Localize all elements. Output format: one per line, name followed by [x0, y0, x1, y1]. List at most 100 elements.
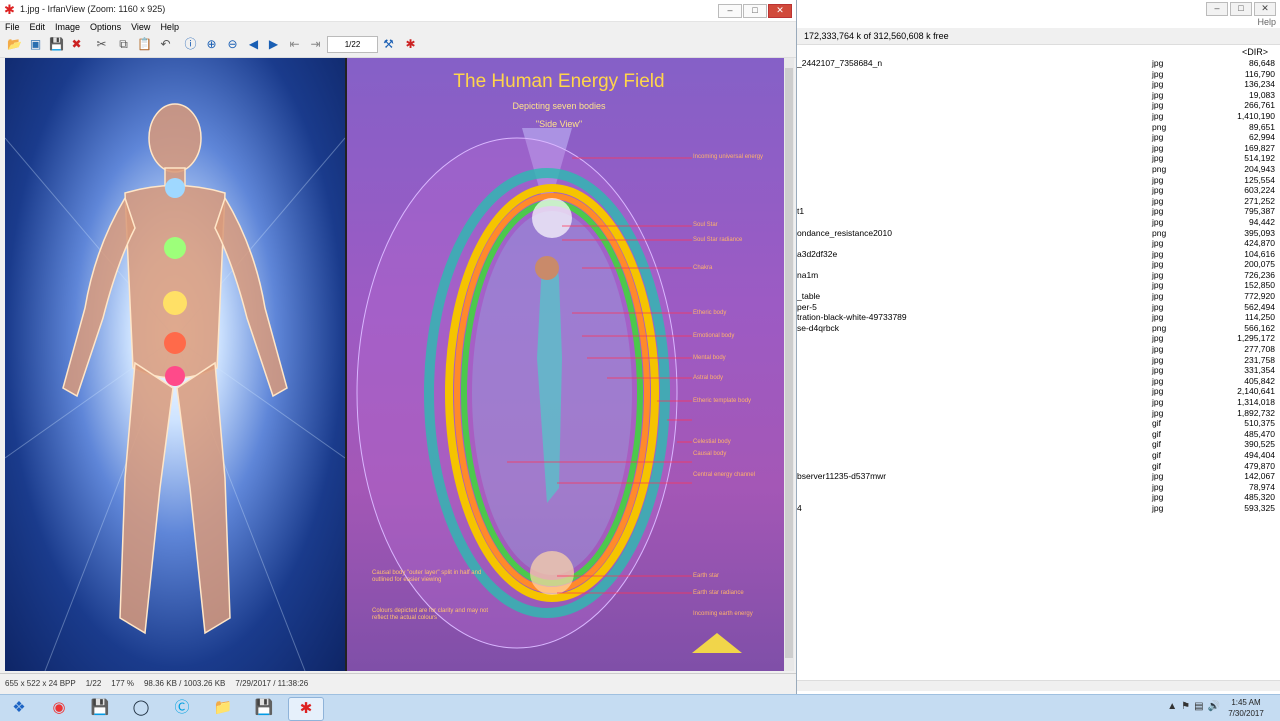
clock[interactable]: 1:45 AM 7/30/2017	[1220, 697, 1272, 719]
file-row[interactable]: _2442107_7358684_n jpg 86,648	[797, 58, 1280, 69]
file-row[interactable]: jpg 331,354	[797, 365, 1280, 376]
zoom-in-icon[interactable]: ⊕	[203, 36, 220, 53]
previous-icon[interactable]: ◀	[245, 36, 262, 53]
undo-icon[interactable]: ↶	[157, 36, 174, 53]
file-row[interactable]: bserver11235-d537mwr jpg 142,067	[797, 471, 1280, 482]
file-row[interactable]: tration-black-white-49733789 jpg 114,250	[797, 312, 1280, 323]
horizontal-scrollbar[interactable]	[797, 680, 1280, 691]
file-row[interactable]: jpg 424,870	[797, 238, 1280, 249]
file-row[interactable]: jpg 1,314,018	[797, 397, 1280, 408]
image-viewport[interactable]: The Human Energy Field Depicting seven b…	[5, 58, 784, 671]
chrome-icon[interactable]: ◉	[42, 697, 76, 719]
open-folder-icon[interactable]: 📂	[6, 36, 23, 53]
file-row[interactable]: jpg 152,850	[797, 280, 1280, 291]
file-row[interactable]: a3d2df32e jpg 104,616	[797, 249, 1280, 260]
volume-icon[interactable]: 🔊	[1208, 701, 1220, 712]
tray-arrow-icon[interactable]: ▲	[1167, 701, 1177, 712]
zoom-out-icon[interactable]: ⊖	[224, 36, 241, 53]
file-row[interactable]: gif 479,870	[797, 461, 1280, 472]
file-name: a3d2df32e	[797, 248, 838, 259]
dir-header: <DIR>	[1241, 47, 1268, 57]
file-extension: jpg	[1152, 100, 1164, 111]
skype-icon[interactable]: Ⓒ	[165, 697, 199, 719]
last-page-icon[interactable]: ⇥	[307, 36, 324, 53]
help-menu[interactable]: Help	[1257, 17, 1276, 27]
copy-icon[interactable]: ⧉	[115, 36, 132, 53]
file-manager-window: – □ ✕ Help 172,333,764 k of 312,560,608 …	[797, 0, 1280, 694]
media-player-icon[interactable]: ◯	[124, 697, 158, 719]
save-app-icon[interactable]: 💾	[83, 697, 117, 719]
file-row[interactable]: jpg 62,994	[797, 132, 1280, 143]
settings-icon[interactable]: ⚒	[380, 36, 397, 53]
file-row[interactable]: per-5 jpg 562,494	[797, 302, 1280, 313]
file-row[interactable]: jpg 271,252	[797, 196, 1280, 207]
file-row[interactable]: jpg 116,790	[797, 69, 1280, 80]
slideshow-icon[interactable]: ▣	[27, 36, 44, 53]
cut-icon[interactable]: ✂	[93, 36, 110, 53]
vertical-scrollbar[interactable]	[784, 58, 794, 671]
file-size: 277,708	[1244, 344, 1275, 355]
paste-icon[interactable]: 📋	[136, 36, 153, 53]
menu-file[interactable]: File	[0, 21, 25, 33]
maximize-icon[interactable]: □	[743, 4, 767, 18]
file-row[interactable]: t1 jpg 795,387	[797, 206, 1280, 217]
file-row[interactable]: jpg 78,974	[797, 482, 1280, 493]
delete-icon[interactable]: ✖	[68, 36, 85, 53]
file-row[interactable]: na1m jpg 726,236	[797, 270, 1280, 281]
file-row[interactable]: png 204,943	[797, 164, 1280, 175]
file-row[interactable]: jpg 266,761	[797, 100, 1280, 111]
file-size: 231,758	[1244, 354, 1275, 365]
file-row[interactable]: 4 jpg 593,325	[797, 503, 1280, 514]
file-row[interactable]: jpg 231,758	[797, 355, 1280, 366]
file-row[interactable]: _table jpg 772,920	[797, 291, 1280, 302]
flag-icon[interactable]: ⚑	[1181, 701, 1190, 712]
label-incoming-earth-energy: Incoming earth energy	[693, 611, 753, 617]
menu-view[interactable]: View	[126, 21, 155, 33]
file-row[interactable]: gif 390,525	[797, 439, 1280, 450]
file-row[interactable]: jpg 1,892,732	[797, 408, 1280, 419]
first-page-icon[interactable]: ⇤	[286, 36, 303, 53]
info-icon[interactable]: ⓘ	[182, 36, 199, 53]
network-icon[interactable]: ▤	[1194, 701, 1203, 712]
file-row[interactable]: jpg 514,192	[797, 153, 1280, 164]
file-row[interactable]: jpg 405,842	[797, 376, 1280, 387]
file-row[interactable]: ondance_resistance2010 png 395,093	[797, 228, 1280, 239]
next-icon[interactable]: ▶	[265, 36, 282, 53]
close-icon[interactable]: ✕	[768, 4, 792, 18]
file-row[interactable]: jpg 485,320	[797, 492, 1280, 503]
menu-image[interactable]: Image	[50, 21, 85, 33]
save-icon[interactable]: 💾	[48, 36, 65, 53]
irfanview-taskbar-icon[interactable]: ✱	[288, 697, 324, 721]
disk-tool-icon[interactable]: 💾	[247, 697, 281, 719]
file-row[interactable]: jpg 277,708	[797, 344, 1280, 355]
file-row[interactable]: jpg 2,140,641	[797, 386, 1280, 397]
file-row[interactable]: png 89,651	[797, 122, 1280, 133]
file-row[interactable]: jpg 169,827	[797, 143, 1280, 154]
file-size: 494,404	[1244, 449, 1275, 460]
file-row[interactable]: jpg 19,083	[797, 90, 1280, 101]
close-icon[interactable]: ✕	[1254, 2, 1276, 16]
file-row[interactable]: jpg 603,224	[797, 185, 1280, 196]
menu-edit[interactable]: Edit	[25, 21, 51, 33]
minimize-icon[interactable]: –	[718, 4, 742, 18]
menu-help[interactable]: Help	[155, 21, 184, 33]
file-row[interactable]: jpg 94,442	[797, 217, 1280, 228]
minimize-icon[interactable]: –	[1206, 2, 1228, 16]
file-extension: jpg	[1152, 248, 1164, 259]
menu-options[interactable]: Options	[85, 21, 126, 33]
file-row[interactable]: jpg 1,295,172	[797, 333, 1280, 344]
file-row[interactable]: gif 485,470	[797, 429, 1280, 440]
file-row[interactable]: gif 494,404	[797, 450, 1280, 461]
irfanview-logo-icon[interactable]: ✱	[402, 36, 419, 53]
maximize-icon[interactable]: □	[1230, 2, 1252, 16]
file-row[interactable]: jpg 1,410,190	[797, 111, 1280, 122]
scrollbar-thumb[interactable]	[785, 68, 793, 658]
file-row[interactable]: jpg 136,234	[797, 79, 1280, 90]
file-row[interactable]: jpg 125,554	[797, 175, 1280, 186]
start-button-icon[interactable]: ❖	[2, 697, 36, 719]
file-row[interactable]: se-d4qrbck png 566,162	[797, 323, 1280, 334]
file-row[interactable]: gif 510,375	[797, 418, 1280, 429]
page-counter-field[interactable]: 1/22	[327, 36, 378, 53]
explorer-icon[interactable]: 📁	[206, 697, 240, 719]
file-row[interactable]: jpg 200,075	[797, 259, 1280, 270]
